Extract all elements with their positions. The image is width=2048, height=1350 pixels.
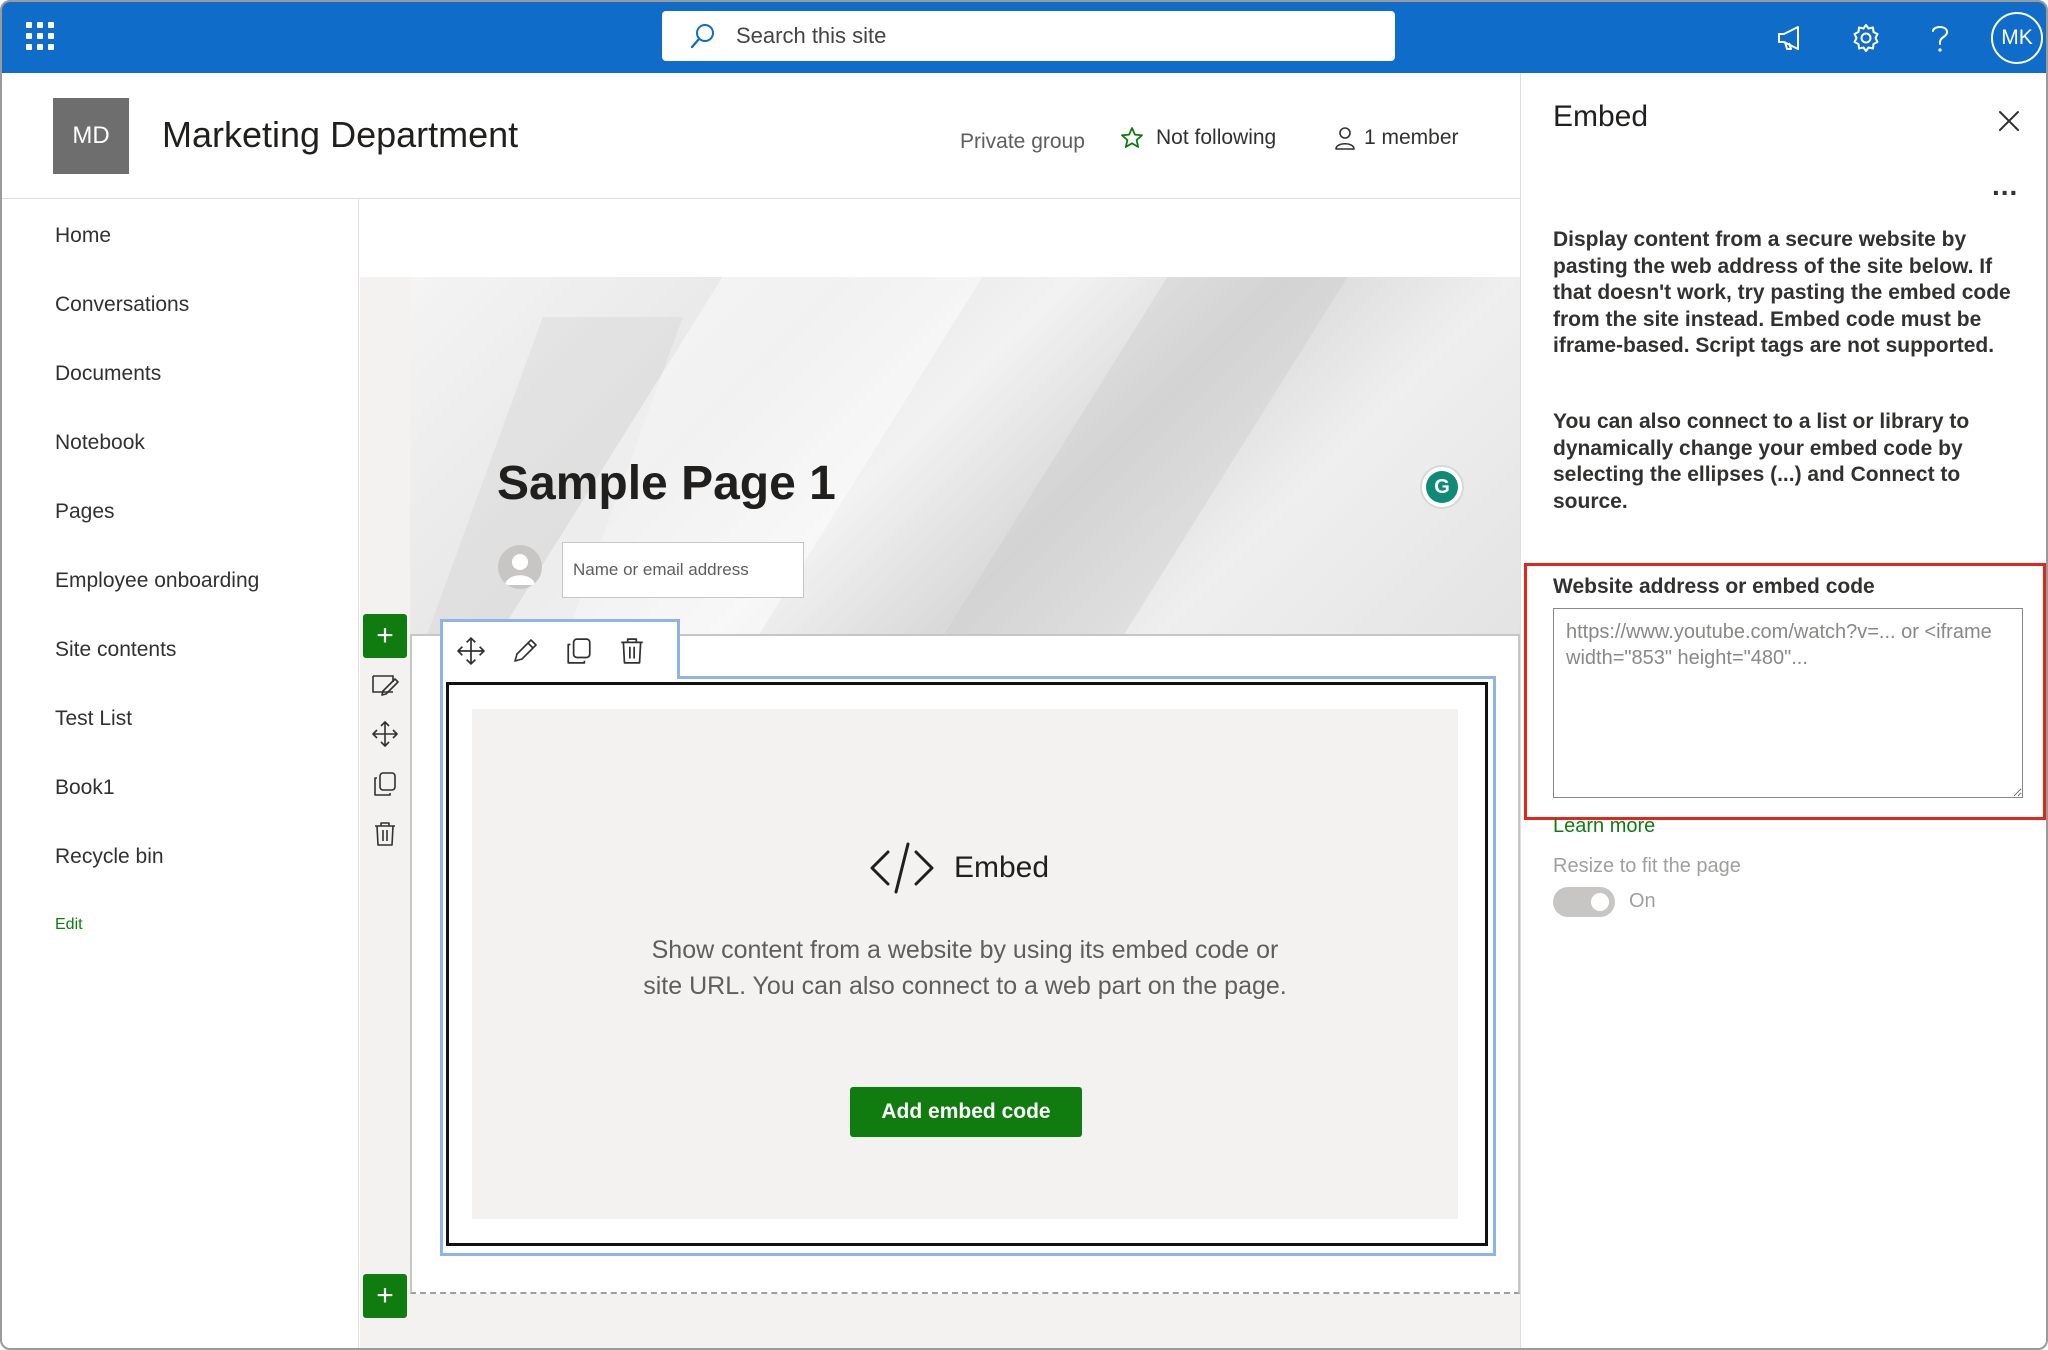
nav-item-site-contents[interactable]: Site contents (55, 638, 176, 662)
close-icon[interactable] (1994, 106, 2024, 136)
gear-icon[interactable] (1846, 18, 1886, 58)
add-section-button[interactable]: + (363, 614, 407, 658)
grammarly-button[interactable]: G (1420, 465, 1464, 509)
site-logo[interactable]: MD (53, 98, 129, 174)
property-pane-title: Embed (1553, 100, 1649, 133)
person-icon (1335, 127, 1355, 150)
delete-section-icon[interactable] (370, 819, 400, 849)
nav-edit-link[interactable]: Edit (55, 916, 83, 934)
property-pane-description: Display content from a secure website by… (1553, 228, 2011, 357)
search-box[interactable] (662, 11, 1395, 61)
follow-label: Not following (1156, 126, 1277, 149)
nav-item-home[interactable]: Home (55, 224, 111, 248)
grammarly-icon: G (1426, 471, 1458, 503)
duplicate-section-icon[interactable] (370, 769, 400, 799)
resize-label: Resize to fit the page (1553, 855, 1741, 877)
members-button[interactable]: 1 member (1334, 126, 1459, 150)
embed-placeholder-description: Show content from a website by using its… (643, 936, 1287, 1000)
code-icon (870, 842, 934, 894)
site-title[interactable]: Marketing Department (162, 114, 518, 156)
search-icon (690, 24, 714, 49)
nav-item-pages[interactable]: Pages (55, 500, 115, 524)
webpart-toolbar (440, 619, 680, 679)
help-icon[interactable] (1920, 18, 1960, 58)
nav-item-recycle-bin[interactable]: Recycle bin (55, 845, 164, 869)
nav-item-documents[interactable]: Documents (55, 362, 161, 386)
resize-toggle[interactable] (1553, 887, 1615, 917)
author-input[interactable] (562, 542, 804, 598)
learn-more-link[interactable]: Learn more (1553, 815, 1655, 838)
app-window: MK MD Marketing Department Private group… (0, 0, 2048, 1350)
nav-item-employee-onboarding[interactable]: Employee onboarding (55, 569, 259, 593)
search-input[interactable] (736, 23, 1336, 49)
waffle-icon[interactable] (26, 22, 54, 50)
delete-webpart-icon[interactable] (619, 637, 645, 665)
add-embed-code-button[interactable]: Add embed code (850, 1087, 1082, 1137)
star-icon (1121, 127, 1143, 148)
edit-section-icon[interactable] (370, 670, 400, 700)
nav-item-conversations[interactable]: Conversations (55, 293, 189, 317)
privacy-label: Private group (960, 130, 1085, 153)
follow-button[interactable]: Not following (1120, 126, 1276, 150)
embed-code-input[interactable] (1553, 608, 2023, 798)
edit-webpart-icon[interactable] (511, 637, 539, 665)
author-avatar (498, 545, 542, 589)
nav-item-book1[interactable]: Book1 (55, 776, 115, 800)
user-avatar[interactable]: MK (1991, 12, 2043, 64)
move-webpart-icon[interactable] (457, 636, 485, 665)
page-title[interactable]: Sample Page 1 (497, 456, 836, 511)
embed-placeholder-header: Embed (868, 840, 1049, 896)
megaphone-icon[interactable] (1771, 18, 1811, 58)
nav-item-notebook[interactable]: Notebook (55, 431, 145, 455)
nav-item-test-list[interactable]: Test List (55, 707, 132, 731)
duplicate-webpart-icon[interactable] (565, 637, 593, 665)
more-options-icon[interactable]: ... (1992, 170, 2018, 202)
embed-placeholder-title: Embed (954, 851, 1050, 884)
property-pane-connect-note: You can also connect to a list or librar… (1553, 410, 1970, 513)
resize-toggle-state: On (1629, 890, 1656, 912)
move-section-icon[interactable] (370, 719, 400, 749)
toggle-thumb (1591, 893, 1609, 911)
members-label: 1 member (1364, 126, 1459, 149)
canvas-top-bar (360, 199, 1520, 277)
embed-field-label: Website address or embed code (1553, 575, 1875, 598)
add-section-bottom-button[interactable]: + (363, 1274, 407, 1318)
suite-bar: MK (2, 2, 2046, 73)
